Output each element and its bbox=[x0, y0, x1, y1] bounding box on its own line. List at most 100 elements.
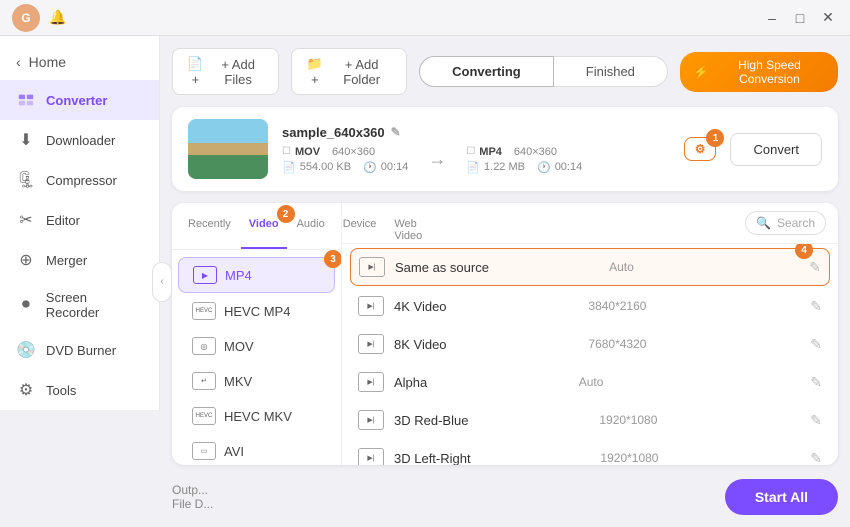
sidebar-item-label: Merger bbox=[46, 253, 87, 268]
dvd-burner-icon: 💿 bbox=[16, 340, 36, 360]
hevc-mp4-icon: HEVC bbox=[192, 302, 216, 320]
format-item-label: MKV bbox=[224, 374, 252, 389]
start-all-button[interactable]: Start All bbox=[725, 479, 838, 515]
quality-item-left: ▶| 8K Video bbox=[358, 334, 447, 354]
quality-edit-icon[interactable]: ✎ bbox=[810, 450, 822, 466]
format-item-label: AVI bbox=[224, 444, 244, 459]
format-item-hevc-mkv[interactable]: HEVC HEVC MKV bbox=[178, 399, 335, 433]
file-name-text: sample_640x360 bbox=[282, 125, 385, 140]
add-files-icon: 📄+ bbox=[185, 56, 206, 87]
format-tabs: Recently Video 2 Audio Device Web Video bbox=[172, 203, 341, 250]
clock-icon-tgt: 🕐 bbox=[537, 161, 551, 174]
header-area: 📄+ + Add Files 📁+ + Add Folder Convertin… bbox=[172, 48, 838, 95]
edit-filename-icon[interactable]: ✎ bbox=[391, 125, 401, 139]
quality-item-alpha[interactable]: ▶| Alpha Auto ✎ bbox=[350, 364, 830, 400]
sidebar-item-compressor[interactable]: 🗜 Compressor bbox=[0, 160, 159, 200]
file-meta-row: ☐ MOV 640×360 📄 554.00 KB 🕐 00:14 → bbox=[282, 146, 670, 174]
settings-icon: ⚙ bbox=[695, 142, 706, 156]
sidebar-collapse-btn[interactable]: ‹ bbox=[152, 262, 172, 302]
format-list: ▶ MP4 3 HEVC HEVC MP4 ◎ MOV ↵ MKV bbox=[172, 250, 341, 465]
search-row: 🔍 Search bbox=[342, 203, 838, 244]
quality-edit-icon[interactable]: ✎ bbox=[810, 374, 822, 391]
minimize-button[interactable]: – bbox=[762, 8, 782, 28]
format-item-label: MOV bbox=[224, 339, 254, 354]
quality-name: Same as source bbox=[395, 260, 489, 275]
tab-audio[interactable]: Audio bbox=[289, 213, 333, 249]
quality-name: 4K Video bbox=[394, 299, 447, 314]
sidebar-item-dvd-burner[interactable]: 💿 DVD Burner bbox=[0, 330, 159, 370]
quality-item-same-as-source[interactable]: ▶| Same as source Auto ✎ 4 bbox=[350, 248, 830, 286]
quality-video-icon: ▶| bbox=[358, 448, 384, 465]
quality-item-left: ▶| 3D Left-Right bbox=[358, 448, 471, 465]
quality-edit-icon[interactable]: ✎ bbox=[810, 336, 822, 353]
quality-resolution: 3840*2160 bbox=[588, 299, 668, 313]
quality-resolution: Auto bbox=[579, 375, 659, 389]
quality-list: ▶| Same as source Auto ✎ 4 ▶| 4K Video 3… bbox=[342, 244, 838, 465]
tab-recently[interactable]: Recently bbox=[180, 213, 239, 249]
format-item-mkv[interactable]: ↵ MKV bbox=[178, 364, 335, 398]
sidebar-item-label: Compressor bbox=[46, 173, 117, 188]
quality-item-left: ▶| Same as source bbox=[359, 257, 489, 277]
close-button[interactable]: ✕ bbox=[818, 8, 838, 28]
file-info: sample_640x360 ✎ ☐ MOV 640×360 📄 554.00 … bbox=[282, 125, 670, 174]
finished-tab[interactable]: Finished bbox=[554, 56, 668, 87]
bottom-output-info: Outp... File D... bbox=[172, 483, 213, 511]
quality-resolution: 7680*4320 bbox=[588, 337, 668, 351]
quality-video-icon: ▶| bbox=[358, 296, 384, 316]
file-card: sample_640x360 ✎ ☐ MOV 640×360 📄 554.00 … bbox=[172, 107, 838, 191]
sidebar: ‹ Home Converter ⬇ Downloader bbox=[0, 36, 160, 410]
source-meta: ☐ MOV 640×360 📄 554.00 KB 🕐 00:14 bbox=[282, 146, 408, 174]
format-item-mov[interactable]: ◎ MOV bbox=[178, 329, 335, 363]
target-resolution: 640×360 bbox=[514, 146, 557, 158]
format-item-avi[interactable]: ▭ AVI bbox=[178, 434, 335, 465]
sidebar-home[interactable]: ‹ Home bbox=[0, 44, 159, 80]
quality-name: Alpha bbox=[394, 375, 427, 390]
tools-icon: ⚙ bbox=[16, 380, 36, 400]
target-size-icon: 📄 bbox=[466, 161, 480, 174]
badge-3: 3 bbox=[324, 250, 341, 268]
format-item-label: HEVC MP4 bbox=[224, 304, 290, 319]
format-right-panel: 🔍 Search ▶| Same as source Auto ✎ 4 bbox=[342, 203, 838, 465]
sidebar-item-downloader[interactable]: ⬇ Downloader bbox=[0, 120, 159, 160]
quality-edit-icon[interactable]: ✎ bbox=[810, 412, 822, 429]
hevc-mkv-icon: HEVC bbox=[192, 407, 216, 425]
target-format: MP4 bbox=[479, 146, 502, 158]
home-label: Home bbox=[29, 54, 66, 70]
quality-video-icon: ▶| bbox=[358, 372, 384, 392]
quality-item-8k[interactable]: ▶| 8K Video 7680*4320 ✎ bbox=[350, 326, 830, 362]
target-size: 1.22 MB bbox=[484, 161, 525, 173]
main-content: 📄+ + Add Files 📁+ + Add Folder Convertin… bbox=[160, 36, 850, 527]
quality-video-icon: ▶| bbox=[359, 257, 385, 277]
sidebar-item-label: DVD Burner bbox=[46, 343, 116, 358]
sidebar-item-converter[interactable]: Converter bbox=[0, 80, 159, 120]
quality-item-4k[interactable]: ▶| 4K Video 3840*2160 ✎ bbox=[350, 288, 830, 324]
sidebar-item-label: Tools bbox=[46, 383, 76, 398]
format-item-mp4[interactable]: ▶ MP4 3 bbox=[178, 257, 335, 293]
add-folder-button[interactable]: 📁+ + Add Folder bbox=[291, 48, 407, 95]
quality-item-left: ▶| Alpha bbox=[358, 372, 427, 392]
format-item-label: HEVC MKV bbox=[224, 409, 292, 424]
convert-button[interactable]: Convert bbox=[730, 133, 822, 166]
sidebar-item-tools[interactable]: ⚙ Tools bbox=[0, 370, 159, 410]
converting-tab[interactable]: Converting bbox=[419, 56, 554, 87]
maximize-button[interactable]: □ bbox=[790, 8, 810, 28]
quality-edit-icon[interactable]: ✎ bbox=[810, 298, 822, 315]
badge-4: 4 bbox=[795, 244, 813, 259]
converter-icon bbox=[16, 90, 36, 110]
file-thumbnail bbox=[188, 119, 268, 179]
sidebar-item-screen-recorder[interactable]: ⏺ Screen Recorder bbox=[0, 280, 159, 330]
quality-edit-icon[interactable]: ✎ bbox=[809, 259, 821, 276]
format-item-hevc-mp4[interactable]: HEVC HEVC MP4 bbox=[178, 294, 335, 328]
add-files-button[interactable]: 📄+ + Add Files bbox=[172, 48, 279, 95]
tab-video[interactable]: Video 2 bbox=[241, 213, 287, 249]
quality-item-3d-red-blue[interactable]: ▶| 3D Red-Blue 1920*1080 ✎ bbox=[350, 402, 830, 438]
high-speed-btn[interactable]: ⚡ High Speed Conversion bbox=[680, 52, 838, 92]
source-resolution: 640×360 bbox=[332, 146, 375, 158]
file-label: File D... bbox=[172, 497, 213, 511]
notification-bell[interactable]: 🔔 bbox=[48, 8, 68, 28]
screen-recorder-icon: ⏺ bbox=[16, 295, 36, 315]
sidebar-item-editor[interactable]: ✂ Editor bbox=[0, 200, 159, 240]
sidebar-item-merger[interactable]: ⊕ Merger bbox=[0, 240, 159, 280]
quality-item-3d-left-right[interactable]: ▶| 3D Left-Right 1920*1080 ✎ bbox=[350, 440, 830, 465]
titlebar: G 🔔 – □ ✕ bbox=[0, 0, 850, 36]
